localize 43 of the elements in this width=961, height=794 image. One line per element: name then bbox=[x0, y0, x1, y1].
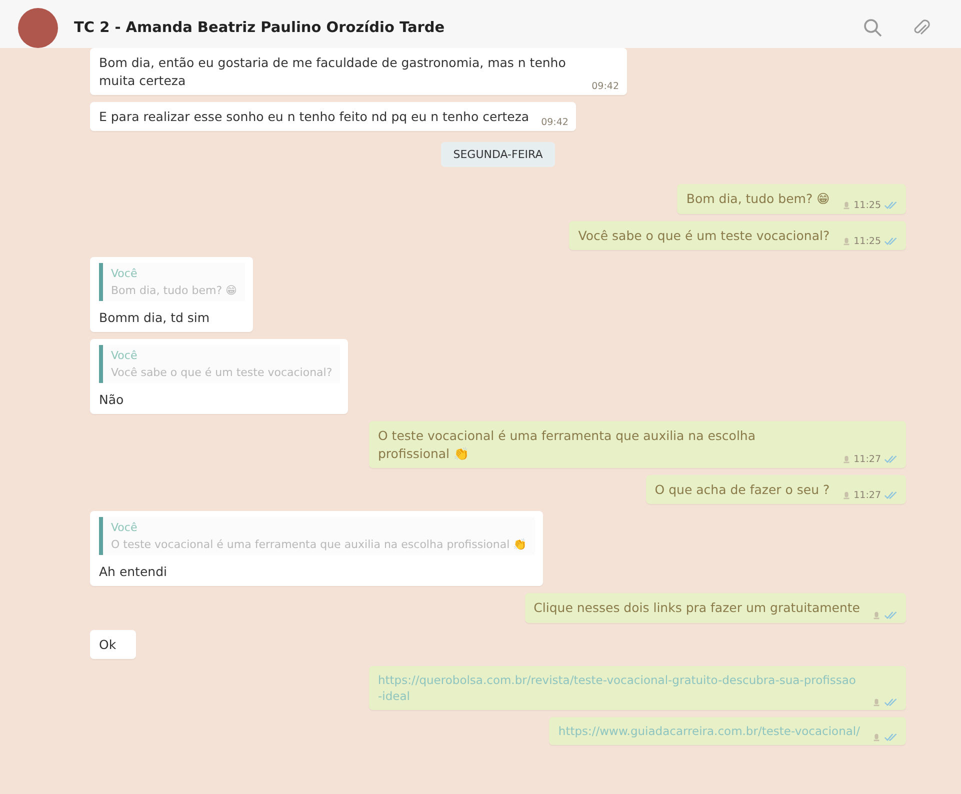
chat-title: TC 2 - Amanda Beatriz Paulino Orozídio Tarde bbox=[74, 20, 446, 36]
double-check-icon bbox=[884, 455, 898, 464]
message-text: Você sabe o que é um teste vocacional? bbox=[578, 226, 830, 245]
message-text: Não bbox=[99, 390, 124, 409]
message-text: Ok bbox=[99, 636, 116, 654]
double-check-icon bbox=[884, 236, 898, 246]
quote-text: O teste vocacional é uma ferramenta que auxilia na escolha profissional 👏 bbox=[111, 538, 528, 552]
microphone-icon bbox=[842, 491, 851, 500]
microphone-icon bbox=[842, 455, 851, 464]
message-text: Bom dia, então eu gostaria de me faculdade de gastronomia, mas n tenho muita certeza bbox=[99, 54, 567, 90]
double-check-icon bbox=[884, 610, 898, 620]
message-time: 11:27 bbox=[854, 454, 881, 466]
microphone-icon bbox=[872, 610, 881, 620]
quote-text: Bom dia, tudo bem? 😁 bbox=[111, 284, 238, 297]
double-check-icon bbox=[884, 698, 898, 707]
quote-author: Você bbox=[111, 266, 138, 280]
message-text: O que acha de fazer o seu ? bbox=[654, 481, 830, 500]
date-label: SEGUNDA-FEIRA bbox=[441, 142, 555, 168]
search-icon[interactable] bbox=[863, 18, 883, 38]
message-text: E para realizar esse sonho eu n tenho feito nd pq eu n tenho certeza bbox=[99, 108, 530, 126]
quote-author: Você bbox=[111, 521, 138, 534]
message-time: 11:27 bbox=[854, 490, 881, 502]
message-text: Ah entendi bbox=[99, 563, 167, 582]
message-time: 11:25 bbox=[854, 200, 881, 210]
link[interactable]: https://querobolsa.com.br/revista/teste-vocacional-gratuito-descubra-sua-profissao-ideal bbox=[378, 672, 860, 705]
message-text: Bom dia, tudo bem? 😁 bbox=[686, 190, 830, 208]
message-text: O teste vocacional é uma ferramenta que auxilia na escolha profissional 👏 bbox=[378, 426, 756, 463]
microphone-icon bbox=[842, 200, 851, 210]
avatar[interactable] bbox=[18, 8, 58, 48]
quote-author: Você bbox=[111, 348, 138, 362]
double-check-icon bbox=[884, 491, 898, 500]
microphone-icon bbox=[872, 732, 881, 742]
quote-text: Você sabe o que é um teste vocacional? bbox=[111, 366, 332, 379]
microphone-icon bbox=[872, 698, 881, 707]
double-check-icon bbox=[884, 200, 898, 210]
message-time: 09:42 bbox=[592, 81, 619, 92]
message-text: Bomm dia, td sim bbox=[99, 308, 210, 327]
double-check-icon bbox=[884, 732, 898, 742]
message-time: 11:25 bbox=[854, 236, 881, 247]
microphone-icon bbox=[842, 236, 851, 246]
message-text: Clique nesses dois links pra fazer um gratuitamente bbox=[534, 599, 860, 618]
link[interactable]: https://www.guiadacarreira.com.br/teste-vocacional/ bbox=[558, 722, 860, 740]
message-time: 09:42 bbox=[541, 117, 568, 128]
